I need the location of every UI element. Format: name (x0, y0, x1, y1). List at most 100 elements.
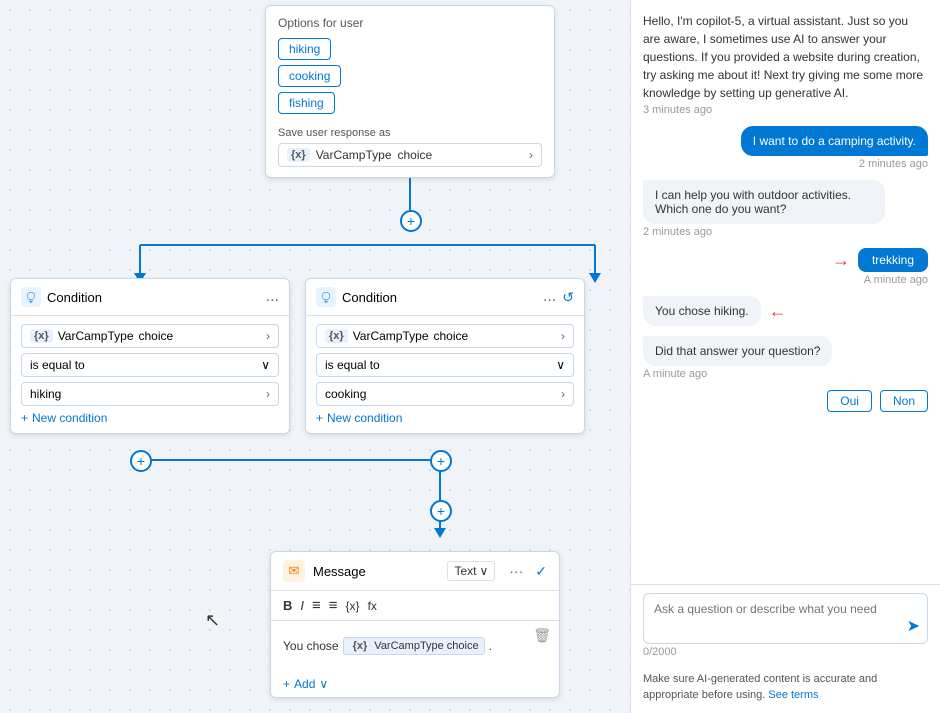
chat-panel: Hello, I'm copilot-5, a virtual assistan… (630, 0, 940, 713)
text-label: Text (454, 564, 476, 578)
operator-row-1[interactable]: is equal to ∨ (21, 353, 279, 377)
plus-icon-1: + (21, 411, 28, 425)
bot-bubble-3: Did that answer your question? (643, 336, 832, 366)
plus-button-top[interactable]: + (400, 210, 422, 232)
condition-title-2: Condition (342, 290, 537, 305)
condition-icon-2: ⧬ (316, 287, 336, 307)
option-fishing[interactable]: fishing (278, 92, 335, 114)
var-pill[interactable]: {x} VarCampType choice › (278, 143, 542, 167)
var-name-1: VarCampType (58, 329, 134, 343)
timestamp-4: A minute ago (864, 274, 928, 286)
var-tag-1: {x} (30, 329, 53, 343)
timestamp-1: 3 minutes ago (643, 104, 712, 116)
value-row-1[interactable]: hiking › (21, 382, 279, 406)
no-button[interactable]: Non (880, 390, 928, 412)
bot-bubble-2: You chose hiking. (643, 296, 761, 326)
text-select[interactable]: Text ∨ (447, 561, 495, 581)
content-suffix: . (489, 639, 492, 653)
field-row-var-1[interactable]: {x} VarCampType choice › (21, 324, 279, 348)
yes-button[interactable]: Oui (827, 390, 872, 412)
message-title: Message (313, 564, 439, 579)
user-bubble-1: I want to do a camping activity. (741, 126, 928, 156)
chevron-down-text: ∨ (479, 564, 488, 578)
plus-button-right[interactable]: + (430, 450, 452, 472)
input-wrapper: ➤ (643, 593, 928, 644)
chat-textarea[interactable] (654, 602, 891, 632)
arrow-left-icon: ← (769, 301, 787, 322)
inline-var-type: choice (447, 640, 479, 652)
fx-btn[interactable]: fx (368, 599, 377, 613)
chevron-icon-val-2: › (561, 387, 565, 401)
inline-var-tag: {x} (349, 639, 372, 653)
condition-icon-1: ⧬ (21, 287, 41, 307)
timestamp-3: 2 minutes ago (643, 226, 712, 238)
value-row-2[interactable]: cooking › (316, 382, 574, 406)
chevron-icon-2: › (561, 329, 565, 343)
var-btn[interactable]: {x} (346, 599, 360, 613)
message-toolbar: B I ≡ ≡ {x} fx (271, 591, 559, 621)
field-row-var-2[interactable]: {x} VarCampType choice › (316, 324, 574, 348)
condition-card-2: ⧬ Condition ... ↺ {x} VarCampType choice… (305, 278, 585, 434)
chat-row-bot1: I can help you with outdoor activities. … (643, 180, 928, 238)
ordered-list-btn[interactable]: ≡ (329, 597, 338, 614)
plus-icon-add: + (283, 677, 290, 691)
chat-intro: Hello, I'm copilot-5, a virtual assistan… (643, 12, 928, 102)
message-dots[interactable]: ··· (509, 563, 523, 579)
var-name-2: VarCampType (353, 329, 429, 343)
yesno-row: Oui Non (827, 390, 928, 412)
chevron-down-icon-1: ∨ (261, 358, 270, 372)
add-condition-1[interactable]: + New condition (21, 411, 279, 425)
operator-row-2[interactable]: is equal to ∨ (316, 353, 574, 377)
add-condition-2[interactable]: + New condition (316, 411, 574, 425)
condition-title-1: Condition (47, 290, 260, 305)
value-label-2: cooking (325, 387, 366, 401)
list-btn[interactable]: ≡ (312, 597, 321, 614)
message-icon: ✉ (283, 560, 305, 582)
condition-card-1: ⧬ Condition ... {x} VarCampType choice ›… (10, 278, 290, 434)
plus-button-left[interactable]: + (130, 450, 152, 472)
message-card: ✉ Message Text ∨ ··· ✓ B I ≡ ≡ {x} fx Yo… (270, 551, 560, 698)
delete-icon[interactable]: 🗑 (533, 627, 551, 644)
chat-row-bot3: Did that answer your question? A minute … (643, 336, 928, 380)
var-type: choice (398, 148, 433, 162)
message-check: ✓ (535, 563, 547, 580)
cursor-icon: ↖ (205, 610, 220, 631)
chat-messages: Hello, I'm copilot-5, a virtual assistan… (631, 0, 940, 584)
condition-body-2: {x} VarCampType choice › is equal to ∨ c… (306, 316, 584, 433)
chat-input-box[interactable] (643, 593, 928, 644)
char-count: 0/2000 (643, 646, 928, 658)
chevron-down-add: ∨ (319, 677, 328, 691)
var-type-2: choice (434, 329, 469, 343)
condition-body-1: {x} VarCampType choice › is equal to ∨ h… (11, 316, 289, 433)
send-icon[interactable]: ➤ (907, 616, 920, 636)
message-header: ✉ Message Text ∨ ··· ✓ (271, 552, 559, 591)
options-title: Options for user (278, 16, 542, 30)
value-label-1: hiking (30, 387, 61, 401)
chat-input-area: ➤ 0/2000 (631, 584, 940, 666)
inline-var-name: VarCampType (374, 640, 444, 652)
condition-header-1: ⧬ Condition ... (11, 279, 289, 316)
timestamp-5: A minute ago (643, 368, 707, 380)
add-btn[interactable]: + Add ∨ (271, 671, 559, 697)
add-condition-label-1: New condition (32, 411, 107, 425)
italic-btn[interactable]: I (300, 598, 304, 613)
option-cooking[interactable]: cooking (278, 65, 341, 87)
save-response: Save user response as {x} VarCampType ch… (278, 127, 542, 167)
inline-var: {x} VarCampType choice (343, 637, 485, 655)
condition-dots-1[interactable]: ... (266, 288, 279, 306)
option-hiking[interactable]: hiking (278, 38, 542, 65)
chevron-icon-val-1: › (266, 387, 270, 401)
chat-row-bot2: You chose hiking. ← (643, 296, 928, 326)
clock-icon-2: ↺ (562, 289, 574, 306)
chat-row-intro: Hello, I'm copilot-5, a virtual assistan… (643, 12, 928, 116)
arrow-right-icon: → (832, 250, 850, 271)
footer-text: Make sure AI-generated content is accura… (643, 673, 877, 700)
trekking-button[interactable]: trekking (858, 248, 928, 272)
bold-btn[interactable]: B (283, 598, 292, 613)
footer-link[interactable]: See terms (768, 689, 818, 701)
condition-dots-2[interactable]: ... (543, 288, 556, 306)
plus-button-center[interactable]: + (430, 500, 452, 522)
chevron-down-icon-2: ∨ (556, 358, 565, 372)
plus-icon-2: + (316, 411, 323, 425)
message-body: You chose {x} VarCampType choice . 🗑 (271, 621, 559, 671)
